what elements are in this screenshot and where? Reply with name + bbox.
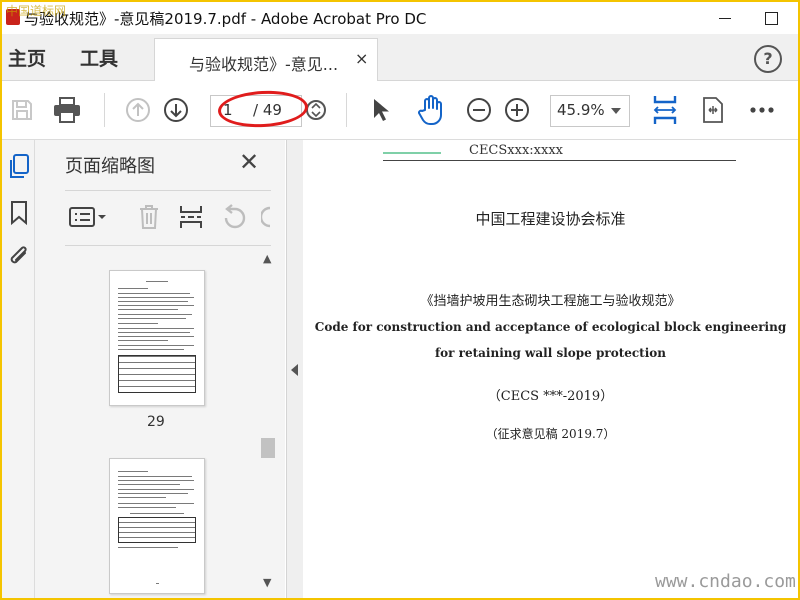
minimize-button[interactable]: [702, 2, 748, 34]
fit-page-button[interactable]: [648, 81, 682, 139]
acrobat-window: 与验收规范》-意见稿2019.7.pdf - Adobe Acrobat Pro…: [2, 2, 798, 598]
bookmark-icon[interactable]: [8, 200, 30, 226]
next-page-button[interactable]: [160, 81, 192, 139]
expand-page-icon: [703, 97, 723, 123]
zoom-in-icon: [505, 98, 529, 122]
chevron-down-icon: [611, 108, 621, 114]
list-options-icon: [69, 207, 106, 227]
rotate-icon: [224, 204, 246, 229]
read-mode-button[interactable]: [696, 81, 730, 139]
page-thumbnails-icon[interactable]: [8, 154, 30, 180]
header-rule: [383, 160, 736, 161]
navigation-pane-strip: [2, 140, 35, 598]
delete-page-button[interactable]: [137, 203, 161, 231]
scroll-up-icon[interactable]: ▲: [263, 253, 273, 264]
stepper-icon: [306, 100, 326, 120]
attachment-icon[interactable]: [8, 244, 30, 270]
hand-icon: [418, 95, 442, 125]
save-icon: [12, 100, 32, 120]
main-toolbar: 1 / 49 45.9%: [2, 81, 798, 140]
more-thumbnail-tools-icon[interactable]: [261, 203, 271, 231]
window-title: 与验收规范》-意见稿2019.7.pdf - Adobe Acrobat Pro…: [24, 10, 427, 28]
zoom-level-value: 45.9%: [557, 101, 605, 119]
collapse-arrow-icon: [291, 364, 298, 376]
thumbnail-page-number: 29: [147, 414, 165, 430]
more-tools-button[interactable]: [744, 81, 780, 139]
standard-number: （CECS ***-2019）: [487, 389, 614, 404]
tab-home[interactable]: 主页: [8, 44, 46, 71]
tab-tools[interactable]: 工具: [80, 44, 118, 71]
scroll-down-icon[interactable]: ▼: [263, 577, 273, 588]
printer-icon: [54, 97, 80, 123]
zoom-level-select[interactable]: 45.9%: [550, 95, 630, 127]
standard-code: CECSxxx:xxxx: [469, 143, 563, 158]
draft-note: （征求意见稿 2019.7）: [485, 427, 616, 441]
minimize-icon: [719, 17, 731, 19]
insert-page-button[interactable]: [179, 203, 203, 231]
thumbnail-scrollbar[interactable]: ▲ ▼: [261, 252, 275, 592]
page-thumbnail-30[interactable]: [109, 458, 205, 594]
scrollbar-thumb[interactable]: [261, 438, 275, 458]
zoom-out-icon: [467, 98, 491, 122]
help-icon[interactable]: ?: [754, 45, 782, 73]
menu-tab-bar: 主页 工具 与验收规范》-意见... ×: [2, 34, 798, 82]
document-tab-label: 与验收规范》-意见...: [189, 55, 339, 74]
select-tool-button[interactable]: [366, 81, 396, 139]
zoom-in-button[interactable]: [502, 81, 532, 139]
document-tab[interactable]: 与验收规范》-意见... ×: [154, 38, 378, 82]
chinese-title: 《挡墙护坡用生态砌块工程施工与验收规范》: [420, 294, 681, 309]
thumbnail-panel-title: 页面缩略图: [65, 156, 155, 177]
save-button[interactable]: [6, 81, 38, 139]
trash-icon: [140, 205, 158, 229]
page-break-icon: [180, 206, 202, 228]
thumbnail-options-button[interactable]: [69, 203, 107, 231]
maximize-icon: [764, 11, 778, 25]
arrow-down-circle-icon: [164, 98, 188, 122]
collapse-pane-handle[interactable]: [286, 140, 304, 598]
thumbnail-tools-row: [65, 190, 271, 246]
corner-watermark: 中国道标网: [6, 4, 67, 18]
title-bar: 与验收规范》-意见稿2019.7.pdf - Adobe Acrobat Pro…: [2, 2, 798, 34]
english-title-line-1: Code for construction and acceptance of …: [314, 320, 787, 334]
close-panel-icon[interactable]: ✕: [239, 148, 259, 176]
english-title-line-2: for retaining wall slope protection: [434, 346, 667, 360]
previous-page-button[interactable]: [122, 81, 154, 139]
thumbnail-panel: 页面缩略图 ✕ 29 ▲ ▼: [35, 140, 285, 598]
more-dots-icon: [750, 107, 774, 113]
site-watermark: www.cndao.com: [655, 571, 796, 592]
organization-name: 中国工程建设协会标准: [475, 210, 626, 228]
rotate-page-button[interactable]: [221, 203, 247, 231]
arrow-up-circle-icon: [126, 98, 150, 122]
print-button[interactable]: [48, 81, 86, 139]
document-view[interactable]: CECSxxx:xxxx 中国工程建设协会标准 《挡墙护坡用生态砌块工程施工与验…: [303, 140, 798, 598]
cursor-arrow-icon: [374, 99, 389, 121]
page-thumbnail-29[interactable]: [109, 270, 205, 406]
hand-tool-button[interactable]: [412, 81, 450, 139]
close-tab-icon[interactable]: ×: [355, 49, 368, 68]
standard-logo-fragment: [383, 140, 441, 154]
zoom-out-button[interactable]: [464, 81, 494, 139]
fit-page-icon: [653, 96, 677, 124]
maximize-button[interactable]: [748, 2, 794, 34]
